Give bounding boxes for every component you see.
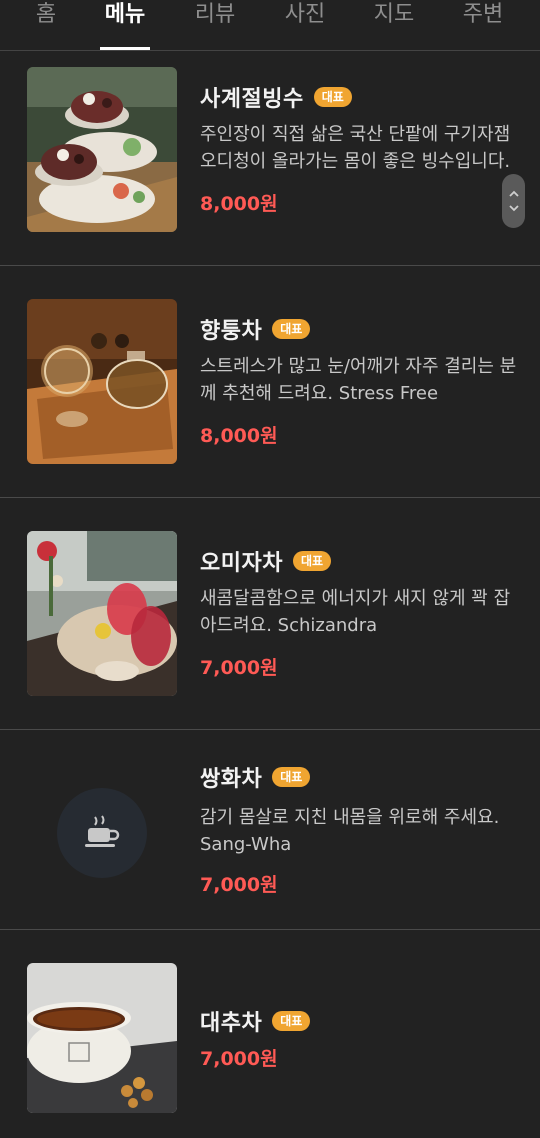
item-description: 감기 몸살로 지친 내몸을 위로해 주세요. Sang-Wha xyxy=(200,807,500,855)
item-price: 8,000원 xyxy=(200,193,278,215)
menu-item-hyangtong-tea[interactable]: 향퉁차 대표 스트레스가 많고 눈/어깨가 자주 결리는 분께 추천해 드려요.… xyxy=(0,266,540,498)
menu-item-bingsu[interactable]: 사계절빙수 대표 주인장이 직접 삶은 국산 단팥에 구기자잼 오디청이 올라가… xyxy=(0,51,540,266)
item-description: 주인장이 직접 삶은 국산 단팥에 구기자잼 오디청이 올라가는 몸이 좋은 빙… xyxy=(200,124,511,172)
tab-home[interactable]: 홈 xyxy=(30,0,62,50)
item-name: 오미자차 xyxy=(200,551,283,576)
signature-badge: 대표 xyxy=(272,767,311,787)
chevron-down-icon xyxy=(508,205,519,212)
item-price: 8,000원 xyxy=(200,425,278,447)
tab-map[interactable]: 지도 xyxy=(371,0,417,50)
tab-nearby[interactable]: 주변 xyxy=(460,0,506,50)
coffee-cup-icon xyxy=(85,815,120,847)
tab-reviews[interactable]: 리뷰 xyxy=(192,0,238,50)
signature-badge: 대표 xyxy=(272,319,311,339)
item-description: 새콤달콤함으로 에너지가 새지 않게 꽉 잡아드려요. Schizandra xyxy=(200,588,511,636)
item-name: 대추차 xyxy=(200,1011,263,1036)
item-price: 7,000원 xyxy=(200,657,278,679)
teapot-photo xyxy=(27,299,177,464)
item-name: 사계절빙수 xyxy=(200,87,304,112)
item-title-row: 사계절빙수 대표 xyxy=(200,82,352,112)
coffee-cup-placeholder xyxy=(57,788,147,878)
menu-item-jujube-tea[interactable]: 대추차 대표 7,000원 xyxy=(0,930,540,1138)
signature-badge: 대표 xyxy=(313,87,352,107)
tab-menu[interactable]: 메뉴 xyxy=(100,0,150,50)
item-title-row: 대추차 대표 xyxy=(200,1006,311,1036)
item-name: 쌍화차 xyxy=(200,767,263,792)
item-title-row: 쌍화차 대표 xyxy=(200,762,311,792)
omija-photo xyxy=(27,531,177,696)
menu-item-omija-tea[interactable]: 오미자차 대표 새콤달콤함으로 에너지가 새지 않게 꽉 잡아드려요. Schi… xyxy=(0,498,540,730)
item-name: 향퉁차 xyxy=(200,319,263,344)
bingsu-photo xyxy=(27,67,177,232)
scroll-handle[interactable] xyxy=(502,174,525,228)
item-price: 7,000원 xyxy=(200,874,278,896)
item-title-row: 오미자차 대표 xyxy=(200,546,332,576)
signature-badge: 대표 xyxy=(272,1011,311,1031)
item-description: 스트레스가 많고 눈/어깨가 자주 결리는 분께 추천해 드려요. Stress… xyxy=(200,356,517,404)
item-price: 7,000원 xyxy=(200,1048,278,1070)
chevron-up-icon xyxy=(508,190,519,197)
item-title-row: 향퉁차 대표 xyxy=(200,314,311,344)
menu-tab-bar: 홈 메뉴 리뷰 사진 지도 주변 xyxy=(0,0,540,51)
jujube-tea-photo xyxy=(27,963,177,1113)
signature-badge: 대표 xyxy=(292,551,332,571)
tab-photos[interactable]: 사진 xyxy=(282,0,328,50)
